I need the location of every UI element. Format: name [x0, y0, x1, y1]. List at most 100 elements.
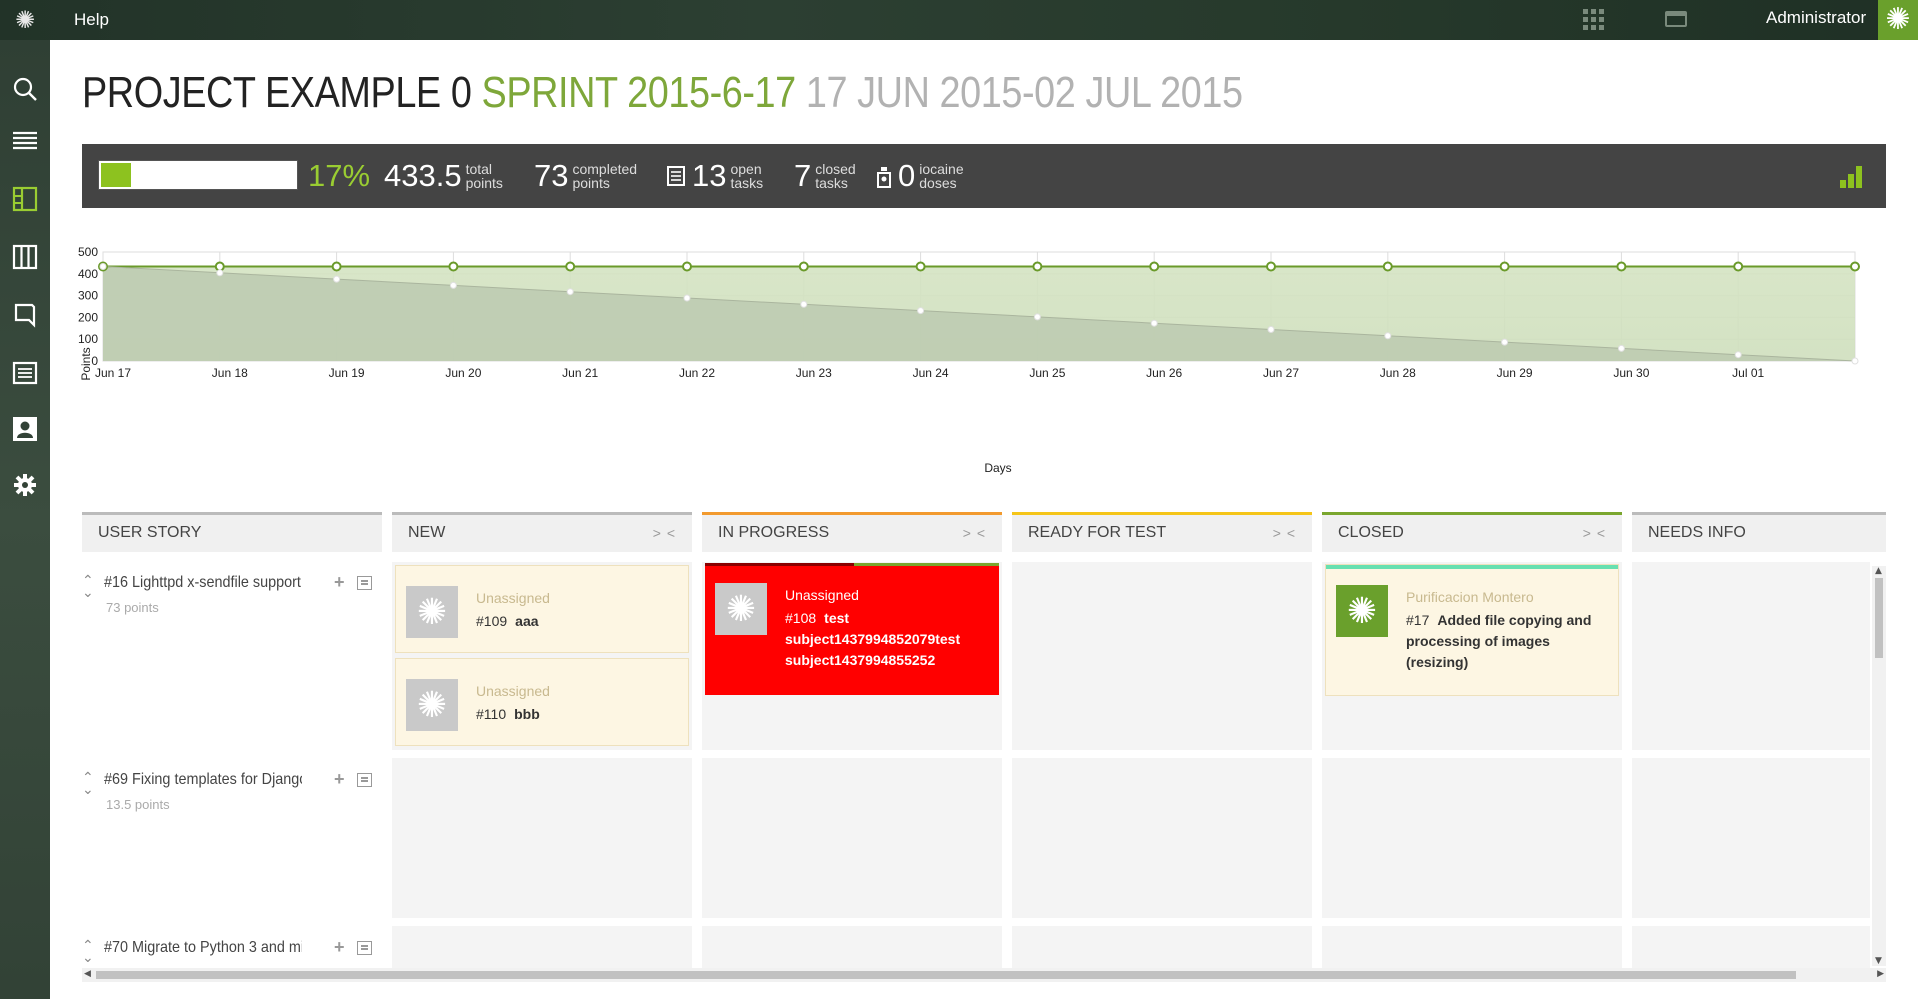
- chart-y-tick-label: 300: [78, 289, 98, 303]
- column-header-in-progress: IN PROGRESS > <: [702, 512, 1002, 552]
- fold-row-icon[interactable]: ⌃ ⌄: [82, 938, 94, 964]
- backlog-icon[interactable]: [12, 128, 38, 154]
- user-story-row: ⌃⌄ #69 Fixing templates for Django 1.6. …: [82, 769, 382, 831]
- chart-x-tick-label: Jun 20: [445, 366, 481, 380]
- user-avatar[interactable]: ✺: [1878, 0, 1918, 40]
- completion-percent: 17%: [308, 158, 371, 193]
- task-assignee[interactable]: Unassigned: [785, 587, 859, 603]
- inbox-icon[interactable]: [1665, 11, 1687, 27]
- sprint-name: SPRINT 2015-6-17: [481, 68, 797, 117]
- task-ref: #110 bbb: [476, 706, 540, 722]
- chart-x-tick-label: Jun 23: [796, 366, 832, 380]
- task-card-blocked[interactable]: ✺ Unassigned #108 test subject14379948520…: [705, 563, 999, 695]
- chart-point-series-2: [449, 281, 457, 289]
- task-card[interactable]: ✺ Unassigned #110 bbb: [395, 658, 689, 746]
- unassigned-avatar-icon: ✺: [406, 586, 458, 638]
- taiga-logo-icon[interactable]: ✺: [10, 6, 40, 34]
- completed-points-value: 73: [534, 158, 569, 193]
- chart-point-series-1: [1382, 261, 1393, 272]
- board-cell: [1012, 758, 1312, 918]
- bulk-add-icon[interactable]: [357, 576, 372, 590]
- chart-x-tick-label: Jun 19: [329, 366, 365, 380]
- project-name[interactable]: PROJECT EXAMPLE 0: [82, 68, 472, 117]
- chart-x-tick-label: Jul 01: [1732, 366, 1764, 380]
- task-assignee[interactable]: Purificacion Montero: [1406, 589, 1534, 605]
- add-task-icon[interactable]: +: [334, 769, 345, 790]
- bulk-add-icon[interactable]: [357, 941, 372, 955]
- board-cell: [1632, 758, 1870, 918]
- iocaine-stat: 0 iocaine doses: [876, 156, 964, 196]
- taskboard-icon[interactable]: [12, 186, 38, 212]
- board-cell: [1012, 562, 1312, 750]
- scrollbar-thumb[interactable]: [1875, 578, 1883, 658]
- help-link[interactable]: Help: [74, 0, 109, 40]
- chart-point-series-2: [917, 307, 925, 315]
- task-assignee[interactable]: Unassigned: [476, 590, 550, 606]
- sprint-dates: 17 JUN 2015-02 JUL 2015: [805, 68, 1243, 117]
- task-card[interactable]: ✺ Unassigned #109 aaa: [395, 565, 689, 653]
- chart-y-tick-label: 500: [78, 245, 98, 259]
- fold-column-new-icon[interactable]: > <: [653, 515, 676, 551]
- task-assignee[interactable]: Unassigned: [476, 683, 550, 699]
- scrollbar-thumb[interactable]: [96, 971, 1796, 979]
- user-story-title[interactable]: #69 Fixing templates for Django 1.6.: [104, 771, 302, 789]
- kanban-icon[interactable]: [12, 244, 38, 270]
- task-subject[interactable]: Added file copying and processing of ima…: [1406, 612, 1591, 670]
- chart-point-series-1: [915, 261, 926, 272]
- scroll-up-icon[interactable]: ▲: [1875, 566, 1882, 576]
- user-menu[interactable]: Administrator: [1766, 0, 1866, 40]
- fold-row-icon[interactable]: ⌃ ⌄: [82, 573, 94, 599]
- burndown-chart: 0100200300400500 Jun 17 Jun 18 Jun 19 Jun 2…: [78, 245, 1860, 475]
- completed-points-stat: 73 completed points: [534, 156, 637, 196]
- fold-row-icon[interactable]: ⌃ ⌄: [82, 770, 94, 796]
- fold-column-closed-icon[interactable]: > <: [1583, 515, 1606, 551]
- iocaine-bottle-icon: [876, 166, 892, 192]
- task-subject[interactable]: bbb: [514, 706, 540, 722]
- board-cell: [1632, 562, 1870, 750]
- closed-tasks-value: 7: [794, 158, 812, 193]
- team-icon[interactable]: [12, 416, 38, 442]
- chart-x-tick-label: Jun 27: [1263, 366, 1299, 380]
- bulk-add-icon[interactable]: [357, 773, 372, 787]
- horizontal-scrollbar[interactable]: ◀ ▶: [82, 968, 1886, 982]
- unassigned-avatar-icon: ✺: [406, 679, 458, 731]
- settings-gear-icon[interactable]: [12, 472, 38, 498]
- sidebar: [0, 40, 50, 999]
- user-story-points: 13.5 points: [106, 797, 170, 812]
- x-axis-label: Days: [984, 461, 1011, 475]
- board-cell: [1012, 926, 1312, 968]
- vertical-scrollbar[interactable]: ▲ ▼: [1872, 566, 1886, 966]
- apps-grid-icon[interactable]: [1583, 9, 1605, 31]
- fold-column-ready-for-test-icon[interactable]: > <: [1273, 515, 1296, 551]
- chart-point-series-1: [1733, 261, 1744, 272]
- issues-icon[interactable]: [12, 302, 38, 328]
- chart-x-tick-label: Jun 18: [212, 366, 248, 380]
- chart-y-tick-label: 200: [78, 310, 98, 324]
- board-cell: [702, 926, 1002, 968]
- chart-point-series-1: [1616, 261, 1627, 272]
- chart-point-series-1: [798, 261, 809, 272]
- sprint-stats-bar: 17% 433.5 total points 73 completed points 1…: [82, 144, 1886, 208]
- wiki-icon[interactable]: [12, 360, 38, 386]
- search-icon[interactable]: [12, 76, 38, 102]
- user-story-title[interactable]: #70 Migrate to Python 3 and milk a: [104, 939, 302, 957]
- column-header-user-story: USER STORY: [82, 512, 382, 552]
- board-cell: [392, 926, 692, 968]
- sprint-progress-fill: [99, 161, 133, 189]
- task-subject[interactable]: aaa: [515, 613, 538, 629]
- task-ref: #17 Added file copying and processing of …: [1406, 612, 1592, 670]
- toggle-graph-icon[interactable]: [1840, 166, 1864, 188]
- board-cell: [392, 758, 692, 918]
- user-story-title[interactable]: #16 Lighttpd x-sendfile support: [104, 574, 302, 592]
- scroll-right-icon[interactable]: ▶: [1877, 969, 1884, 979]
- fold-column-in-progress-icon[interactable]: > <: [963, 515, 986, 551]
- scroll-left-icon[interactable]: ◀: [84, 969, 91, 979]
- scroll-down-icon[interactable]: ▼: [1875, 956, 1882, 966]
- chart-point-series-2: [1267, 325, 1275, 333]
- chart-x-tick-label: Jun 17: [95, 366, 131, 380]
- add-task-icon[interactable]: +: [334, 572, 345, 593]
- chart-point-series-1: [682, 261, 692, 272]
- closed-tasks-stat: 7 closed tasks: [794, 156, 856, 196]
- add-task-icon[interactable]: +: [334, 937, 345, 958]
- task-card[interactable]: ✺ Purificacion Montero #17 Added file cop…: [1325, 564, 1619, 696]
